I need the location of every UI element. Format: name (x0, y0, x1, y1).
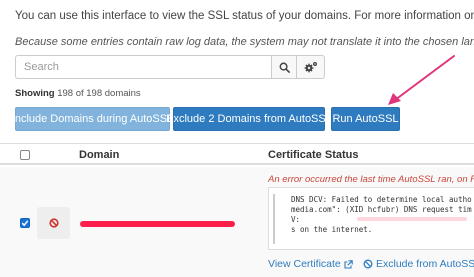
table-row: An error occurred the last time AutoSSL … (0, 167, 474, 277)
exclude-domains-button[interactable]: Exclude 2 Domains from AutoSSL (166, 107, 332, 131)
showing-label: Showing (15, 88, 55, 99)
log-text: DNS DCV: Failed to determine local autho… (291, 195, 474, 235)
locale-notice: Because some entries contain raw log dat… (15, 36, 474, 48)
intro-text: You can use this interface to view the S… (15, 10, 474, 22)
log-scrollbar (273, 194, 275, 244)
showing-range: 198 of 198 domains (57, 88, 141, 99)
include-domains-button[interactable]: Include Domains during AutoSSL (12, 107, 173, 131)
select-all-checkbox[interactable] (20, 150, 30, 160)
redacted-log (357, 217, 467, 221)
log-line: DNS DCV: Failed to determine local autho (291, 195, 472, 204)
annotation-arrow (388, 55, 455, 105)
ban-icon (363, 259, 373, 269)
row-checkbox[interactable] (20, 218, 30, 228)
status-icon-container (37, 207, 70, 239)
log-line: media.com": (XID hcfubr) DNS request tim (291, 205, 472, 214)
checkmark-icon (21, 220, 29, 227)
settings-button[interactable] (297, 55, 325, 79)
error-message: An error occurred the last time AutoSSL … (268, 174, 474, 185)
gears-icon (304, 62, 317, 73)
redacted-domain (80, 221, 235, 227)
search-group (15, 55, 325, 79)
search-button[interactable] (271, 55, 297, 79)
column-domain[interactable]: Domain (79, 149, 119, 161)
search-icon (279, 62, 290, 73)
prohibited-icon (48, 218, 59, 228)
external-link-icon (344, 259, 353, 269)
showing-count: Showing 198 of 198 domains (15, 88, 141, 99)
table-header: Domain Certificate Status (0, 143, 474, 165)
exclude-from-autossl-link[interactable]: Exclude from AutoSSL (363, 258, 474, 270)
log-line: s on the internet. (291, 225, 373, 234)
view-certificate-link[interactable]: View Certificate (268, 258, 353, 270)
view-certificate-label: View Certificate (268, 258, 341, 270)
search-input[interactable] (15, 55, 271, 79)
log-output: DNS DCV: Failed to determine local autho… (268, 187, 474, 250)
column-certificate-status[interactable]: Certificate Status (268, 149, 358, 161)
exclude-from-autossl-label: Exclude from AutoSSL (376, 258, 474, 270)
